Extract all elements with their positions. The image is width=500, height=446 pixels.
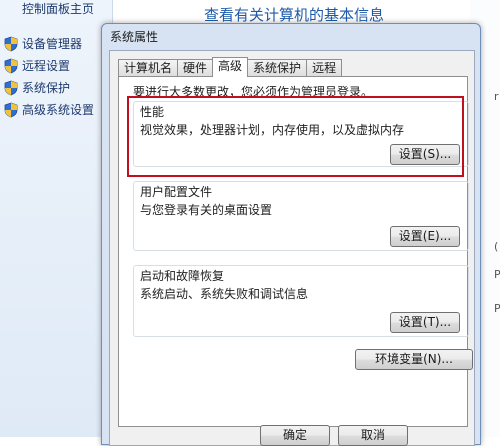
- user-profiles-title: 用户配置文件: [140, 185, 213, 199]
- shield-icon: [4, 80, 18, 95]
- device-manager-link[interactable]: 设备管理器: [4, 35, 82, 52]
- startup-recovery-settings-button[interactable]: 设置(T)...: [390, 312, 460, 333]
- tab-hardware[interactable]: 硬件: [177, 59, 214, 77]
- remote-settings-link[interactable]: 远程设置: [4, 57, 70, 74]
- advanced-system-settings-label: 高级系统设置: [22, 103, 95, 117]
- edge-glyph: r: [494, 90, 499, 103]
- cancel-button[interactable]: 取消: [338, 425, 408, 446]
- user-profiles-settings-button[interactable]: 设置(E)...: [390, 226, 460, 247]
- tab-strip: 计算机名 硬件 高级 系统保护 远程: [118, 57, 343, 77]
- tab-computer-name[interactable]: 计算机名: [118, 59, 179, 77]
- shield-icon: [4, 36, 18, 51]
- dialog-title: 系统属性: [110, 30, 159, 44]
- tab-remote[interactable]: 远程: [306, 59, 343, 77]
- tab-system-protection[interactable]: 系统保护: [247, 59, 308, 77]
- page-title: 查看有关计算机的基本信息: [204, 6, 385, 24]
- startup-recovery-desc: 系统启动、系统失败和调试信息: [140, 287, 309, 301]
- startup-recovery-title: 启动和故障恢复: [140, 269, 225, 283]
- user-profiles-group: 用户配置文件 与您登录有关的桌面设置 设置(E)...: [133, 181, 469, 251]
- edge-glyph: (: [494, 240, 499, 253]
- performance-settings-button[interactable]: 设置(S)...: [390, 144, 460, 165]
- performance-group: 性能 视觉效果，处理器计划，内存使用，以及虚拟内存 设置(S)...: [133, 101, 469, 167]
- user-profiles-desc: 与您登录有关的桌面设置: [140, 203, 273, 217]
- system-protection-link[interactable]: 系统保护: [4, 79, 70, 96]
- performance-title: 性能: [140, 105, 165, 119]
- performance-desc: 视觉效果，处理器计划，内存使用，以及虚拟内存: [140, 123, 405, 137]
- edge-glyph: P: [494, 268, 500, 281]
- advanced-tab-panel: 要进行大多数更改，您必须作为管理员登录。 性能 视觉效果，处理器计划，内存使用，…: [118, 76, 473, 427]
- admin-notice: 要进行大多数更改，您必须作为管理员登录。: [133, 85, 374, 99]
- device-manager-label: 设备管理器: [22, 37, 83, 51]
- startup-recovery-group: 启动和故障恢复 系统启动、系统失败和调试信息 设置(T)...: [133, 265, 469, 337]
- shield-icon: [4, 102, 18, 117]
- advanced-system-settings-link[interactable]: 高级系统设置: [4, 101, 94, 118]
- system-protection-label: 系统保护: [22, 81, 71, 95]
- control-panel-home-link[interactable]: 控制面板主页: [22, 0, 94, 17]
- control-panel-sidebar: 控制面板主页 设备管理器 远程设置 系统保护 高级系统设置: [0, 0, 113, 437]
- remote-settings-label: 远程设置: [22, 59, 71, 73]
- environment-variables-button[interactable]: 环境变量(N)...: [355, 349, 473, 370]
- shield-icon: [4, 58, 18, 73]
- tab-advanced[interactable]: 高级: [212, 57, 249, 77]
- edge-glyph: P: [494, 302, 500, 315]
- system-properties-dialog: 系统属性 计算机名 硬件 高级 系统保护 远程 要进行大多数更改，您必须作为管理…: [101, 23, 481, 446]
- dialog-client-area: 计算机名 硬件 高级 系统保护 远程 要进行大多数更改，您必须作为管理员登录。 …: [109, 50, 475, 446]
- ok-button[interactable]: 确定: [260, 425, 330, 446]
